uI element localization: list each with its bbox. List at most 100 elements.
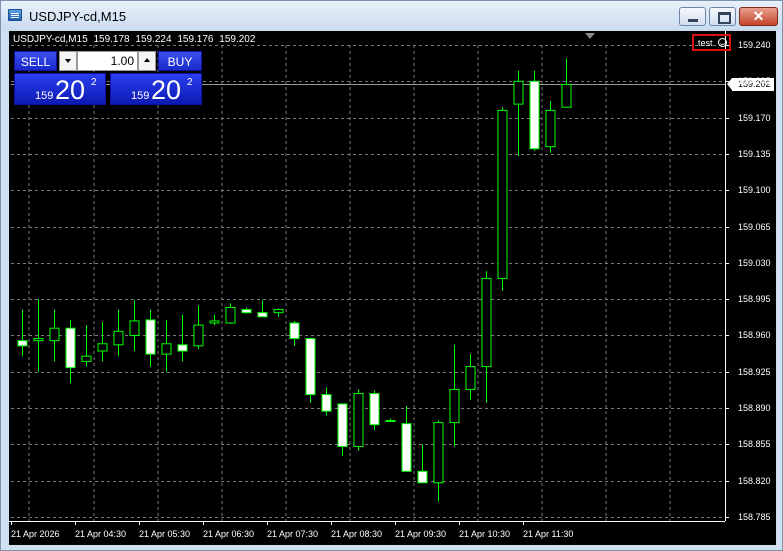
candle <box>337 403 348 456</box>
chart-canvas[interactable] <box>9 31 776 545</box>
candle <box>177 314 188 362</box>
candle-body-bear <box>337 403 348 447</box>
price-axis-label: 159.170 <box>738 112 771 123</box>
price-chart[interactable]: USDJPY-cd,M15 159.178 159.224 159.176 15… <box>9 31 776 545</box>
price-axis-label: 158.855 <box>738 438 771 449</box>
chart-window: USDJPY-cd,M15 ✕ USDJPY-cd,M15 159.178 15… <box>0 0 783 551</box>
price-axis-label: 158.925 <box>738 366 771 377</box>
candle <box>529 70 540 151</box>
indicator-label-box[interactable]: test <box>692 34 731 51</box>
candle-body-bear <box>305 338 316 396</box>
candle-body-bull <box>209 320 220 324</box>
candle <box>385 418 396 423</box>
volume-input[interactable] <box>77 51 138 71</box>
candle-body-bear <box>401 423 412 472</box>
candle-body-bull <box>545 109 556 148</box>
candle <box>513 70 524 156</box>
smile-icon <box>718 38 727 47</box>
candle <box>465 354 476 400</box>
candle-body-bear <box>17 340 28 347</box>
candle-body-bull <box>129 320 140 336</box>
price-axis-label: 159.100 <box>738 184 771 195</box>
candle <box>449 344 460 447</box>
candle <box>17 309 28 357</box>
chart-shift-marker[interactable] <box>585 33 595 39</box>
sell-button[interactable]: SELL <box>14 51 57 71</box>
price-axis-label: 158.995 <box>738 293 771 304</box>
candle <box>273 308 284 317</box>
candle <box>257 300 268 318</box>
candle-body-bear <box>65 327 76 369</box>
buy-button[interactable]: BUY <box>158 51 202 71</box>
price-axis-label: 159.135 <box>738 148 771 159</box>
chart-open: 159.178 <box>93 34 130 45</box>
candle-body-bull <box>385 420 396 423</box>
app-icon <box>8 9 22 21</box>
sell-price-prefix: 159 <box>35 90 54 102</box>
candle-body-bull <box>433 422 444 484</box>
candle <box>65 319 76 384</box>
candle-body-bear <box>177 344 188 352</box>
candle <box>497 107 508 291</box>
candle-body-bull <box>481 277 492 368</box>
candle <box>129 300 140 352</box>
candle-body-bear <box>289 322 300 340</box>
one-click-trading-panel: SELL BUY 159 20 2 159 20 2 <box>14 51 202 105</box>
candle <box>321 387 332 416</box>
price-axis-label: 158.890 <box>738 402 771 413</box>
candle <box>417 444 428 484</box>
time-axis-label: 21 Apr 05:30 <box>139 529 191 539</box>
candle <box>113 309 124 357</box>
candle-body-bull <box>193 324 204 347</box>
maximize-button[interactable] <box>709 7 736 26</box>
price-axis-label: 158.785 <box>738 511 771 522</box>
candle-body-bear <box>417 470 428 484</box>
chart-header: USDJPY-cd,M15 159.178 159.224 159.176 15… <box>13 34 258 45</box>
chart-low: 159.176 <box>177 34 214 45</box>
candle-body-bull <box>353 393 364 447</box>
candle-body-bear <box>145 319 156 355</box>
candle-body-bull <box>113 330 124 346</box>
candle-body-bear <box>241 309 252 314</box>
candle-body-bull <box>449 388 460 424</box>
volume-increase-button[interactable] <box>138 51 156 71</box>
window-title: USDJPY-cd,M15 <box>29 9 127 24</box>
candle <box>193 305 204 349</box>
minimize-button[interactable] <box>679 7 706 26</box>
candle <box>401 406 412 472</box>
price-axis-label: 159.065 <box>738 221 771 232</box>
time-axis-label: 21 Apr 2026 <box>11 529 60 539</box>
buy-price-big: 20 <box>151 75 182 105</box>
time-axis-label: 21 Apr 04:30 <box>75 529 127 539</box>
candle <box>225 303 236 325</box>
time-axis-label: 21 Apr 11:30 <box>523 529 574 539</box>
time-axis-label: 21 Apr 07:30 <box>267 529 319 539</box>
indicator-label: test <box>698 38 713 48</box>
candle-body-bear <box>321 394 332 412</box>
candle-body-bull <box>561 83 572 108</box>
sell-price-sup: 2 <box>91 77 97 88</box>
maximize-icon <box>718 12 731 24</box>
candle <box>433 420 444 502</box>
price-axis-label: 159.030 <box>738 257 771 268</box>
candle-body-bear <box>369 393 380 426</box>
chart-close: 159.202 <box>219 34 256 45</box>
candle <box>97 321 108 362</box>
candle-body-bull <box>81 355 92 362</box>
candle <box>545 101 556 153</box>
time-axis-label: 21 Apr 09:30 <box>395 529 447 539</box>
sell-price-button[interactable]: 159 20 2 <box>14 73 106 105</box>
candle <box>481 271 492 403</box>
candle <box>161 319 172 372</box>
candle <box>209 314 220 326</box>
candle-body-bull <box>33 338 44 342</box>
price-axis-label: 158.820 <box>738 475 771 486</box>
price-axis-label: 159.205 <box>738 75 771 86</box>
close-button[interactable]: ✕ <box>739 7 778 26</box>
sell-price-big: 20 <box>55 75 86 105</box>
volume-decrease-button[interactable] <box>59 51 77 71</box>
chart-high: 159.224 <box>135 34 172 45</box>
buy-price-button[interactable]: 159 20 2 <box>110 73 202 105</box>
price-axis-label: 159.240 <box>738 39 771 50</box>
title-bar[interactable]: USDJPY-cd,M15 ✕ <box>1 1 782 31</box>
